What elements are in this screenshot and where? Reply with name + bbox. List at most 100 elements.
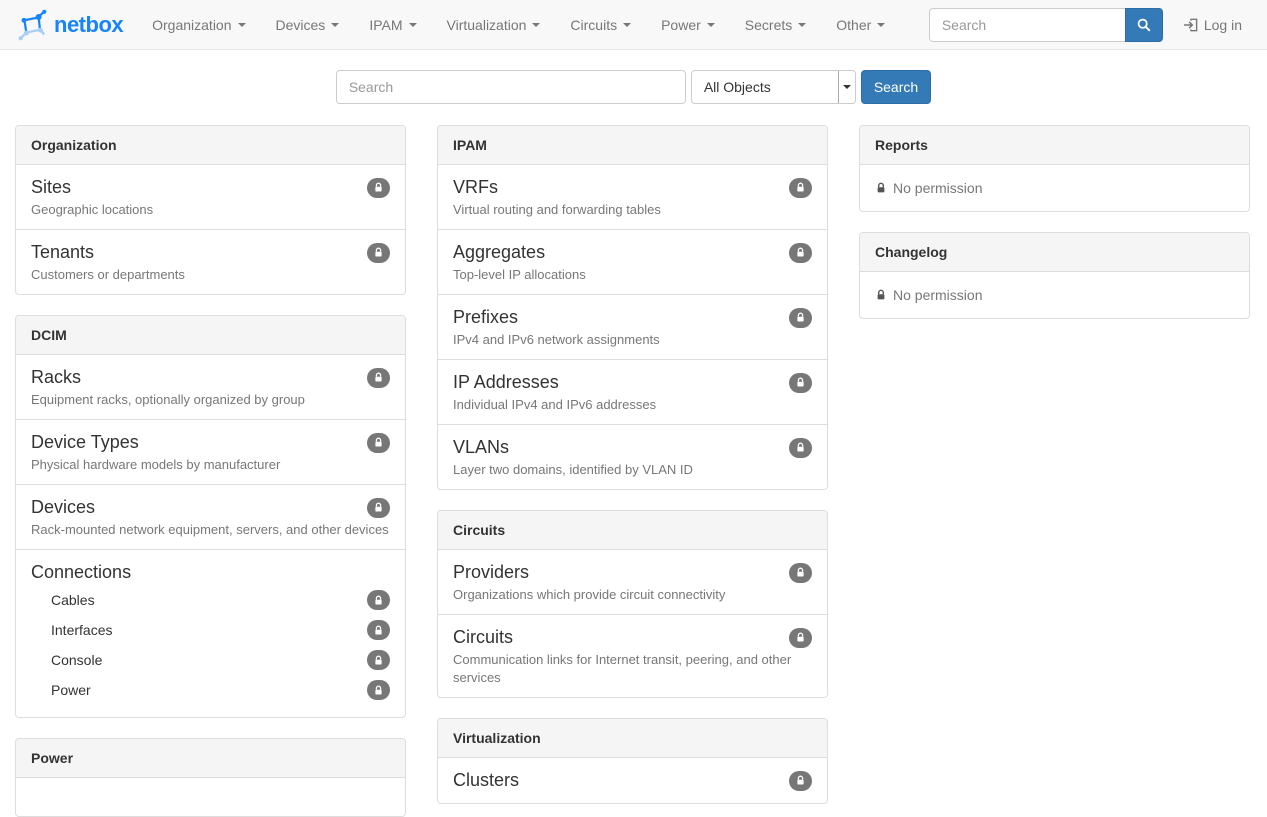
netbox-logo[interactable]: netbox [15, 7, 123, 43]
menu-item-organization[interactable]: Organization [137, 0, 260, 50]
panel-title: Changelog [860, 233, 1249, 272]
menu-label: Organization [152, 17, 231, 33]
sub-item-interfaces: Interfaces [31, 615, 390, 645]
sub-item-console: Console [31, 645, 390, 675]
object-type-select[interactable]: All Objects [691, 70, 856, 104]
item-description: Virtual routing and forwarding tables [453, 201, 812, 219]
caret-down-icon [331, 23, 339, 27]
lock-badge [367, 178, 390, 198]
lock-icon [373, 502, 384, 513]
login-label: Log in [1204, 17, 1242, 33]
item-title: IP Addresses [453, 370, 559, 395]
caret-down-icon [409, 23, 417, 27]
right-column: Reports No permission Changelog No permi… [859, 125, 1250, 319]
search-icon [1137, 18, 1151, 32]
panel-changelog: Changelog No permission [859, 232, 1250, 319]
item-title: Racks [31, 365, 81, 390]
panel-item-prefixes: Prefixes IPv4 and IPv6 network assignmen… [438, 294, 827, 359]
navbar-search-button[interactable] [1125, 8, 1163, 42]
lock-icon [875, 182, 887, 194]
panel-title: Circuits [438, 511, 827, 550]
item-title: VLANs [453, 435, 509, 460]
lock-badge [367, 620, 390, 640]
sub-item-cables: Cables [31, 585, 390, 615]
lock-icon [795, 567, 806, 578]
item-description: Geographic locations [31, 201, 390, 219]
lock-icon [373, 182, 384, 193]
panel-organization: Organization Sites Geographic locations … [15, 125, 406, 295]
menu-label: Circuits [570, 17, 617, 33]
menu-item-power[interactable]: Power [646, 0, 730, 50]
panel-item-vlans: VLANs Layer two domains, identified by V… [438, 424, 827, 489]
item-description: Layer two domains, identified by VLAN ID [453, 461, 812, 479]
global-search-input[interactable] [336, 70, 686, 104]
lock-icon [795, 182, 806, 193]
panel-item-devices: Devices Rack-mounted network equipment, … [16, 484, 405, 549]
panel-item-clusters: Clusters [438, 758, 827, 803]
caret-down-icon [707, 23, 715, 27]
lock-badge [367, 433, 390, 453]
sub-item-label: Power [51, 682, 91, 698]
content-area: Organization Sites Geographic locations … [0, 125, 1267, 817]
menu-label: Power [661, 17, 701, 33]
menu-label: Virtualization [447, 17, 527, 33]
item-description: Equipment racks, optionally organized by… [31, 391, 390, 409]
item-title: Tenants [31, 240, 94, 265]
lock-icon [875, 289, 887, 301]
lock-badge [789, 308, 812, 328]
item-description: Organizations which provide circuit conn… [453, 586, 812, 604]
menu-item-ipam[interactable]: IPAM [354, 0, 431, 50]
panel-power: Power [15, 738, 406, 817]
panel-circuits: Circuits Providers Organizations which p… [437, 510, 828, 698]
item-title: Sites [31, 175, 71, 200]
panel-item-device-types: Device Types Physical hardware models by… [16, 419, 405, 484]
navbar-search-input[interactable] [929, 8, 1126, 42]
lock-badge [789, 243, 812, 263]
panel-ipam: IPAM VRFs Virtual routing and forwarding… [437, 125, 828, 490]
lock-badge [789, 628, 812, 648]
panel-item-vrfs: VRFs Virtual routing and forwarding tabl… [438, 165, 827, 229]
lock-icon [373, 437, 384, 448]
lock-icon [373, 372, 384, 383]
caret-down-icon [238, 23, 246, 27]
lock-icon [373, 625, 384, 636]
menu-item-virtualization[interactable]: Virtualization [432, 0, 556, 50]
connections-sub-list: Cables Interfaces Console Power [31, 585, 390, 705]
panel-title: Virtualization [438, 719, 827, 758]
menu-item-circuits[interactable]: Circuits [555, 0, 646, 50]
lock-badge [789, 178, 812, 198]
lock-icon [795, 377, 806, 388]
lock-icon [373, 595, 384, 606]
panel-item-tenants: Tenants Customers or departments [16, 229, 405, 294]
sub-item-label: Interfaces [51, 622, 112, 638]
group-title: Connections [31, 560, 390, 585]
lock-badge [367, 590, 390, 610]
item-title: Clusters [453, 768, 519, 793]
panel-title: Power [16, 739, 405, 778]
caret-down-icon [798, 23, 806, 27]
menu-item-secrets[interactable]: Secrets [730, 0, 821, 50]
panel-item-aggregates: Aggregates Top-level IP allocations [438, 229, 827, 294]
search-submit-button[interactable]: Search [861, 70, 931, 104]
lock-badge [367, 650, 390, 670]
navbar-search [929, 8, 1163, 42]
panel-item-circuits: Circuits Communication links for Interne… [438, 614, 827, 697]
lock-icon [795, 442, 806, 453]
menu-item-other[interactable]: Other [821, 0, 900, 50]
sub-item-power: Power [31, 675, 390, 705]
panel-title: Reports [860, 126, 1249, 165]
chevron-down-icon [838, 71, 855, 103]
lock-icon [795, 312, 806, 323]
item-title: Circuits [453, 625, 513, 650]
item-description: Top-level IP allocations [453, 266, 812, 284]
menu-item-devices[interactable]: Devices [261, 0, 355, 50]
login-link[interactable]: Log in [1173, 17, 1252, 33]
caret-down-icon [532, 23, 540, 27]
panel-reports: Reports No permission [859, 125, 1250, 212]
lock-icon [373, 685, 384, 696]
item-title: Prefixes [453, 305, 518, 330]
lock-badge [789, 438, 812, 458]
item-title: Devices [31, 495, 95, 520]
lock-badge [367, 680, 390, 700]
panel-item-racks: Racks Equipment racks, optionally organi… [16, 355, 405, 419]
